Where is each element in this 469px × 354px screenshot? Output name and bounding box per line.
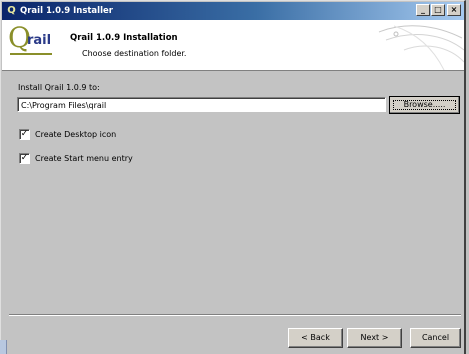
minimize-button[interactable]: _ (416, 4, 430, 16)
install-path-input[interactable] (17, 97, 386, 112)
back-button[interactable]: < Back (288, 328, 343, 348)
header-banner: Q rail Qrail 1.0.9 Installation Choose d… (2, 20, 464, 71)
installer-window: Q Qrail 1.0.9 Installer _ □ × Q rail Qra… (0, 0, 466, 354)
page-title: Qrail 1.0.9 Installation (70, 33, 178, 43)
desktop-icon-label: Create Desktop icon (35, 130, 117, 139)
maximize-button[interactable]: □ (431, 4, 445, 16)
install-location-label: Install Qrail 1.0.9 to: (18, 83, 100, 92)
qrail-logo: Q rail (8, 23, 54, 55)
start-menu-label: Create Start menu entry (35, 154, 133, 163)
cancel-button[interactable]: Cancel (410, 328, 461, 348)
logo-rail-text: rail (27, 33, 52, 48)
start-menu-checkbox[interactable]: ✓ (19, 153, 30, 164)
browse-button[interactable]: Browse..... (389, 96, 460, 114)
app-icon: Q (7, 5, 16, 16)
next-button[interactable]: Next > (347, 328, 402, 348)
title-bar[interactable]: Q Qrail 1.0.9 Installer _ □ × (2, 2, 464, 20)
background-window-edge (0, 340, 7, 354)
desktop-icon-checkbox[interactable]: ✓ (19, 129, 30, 140)
decorative-swirl-graphic (378, 25, 464, 70)
browse-button-label: Browse..... (403, 100, 446, 109)
page-subtitle: Choose destination folder. (82, 49, 187, 58)
footer-separator (9, 314, 461, 316)
logo-underline (10, 53, 52, 55)
close-button[interactable]: × (447, 4, 461, 16)
window-title: Qrail 1.0.9 Installer (20, 6, 113, 16)
